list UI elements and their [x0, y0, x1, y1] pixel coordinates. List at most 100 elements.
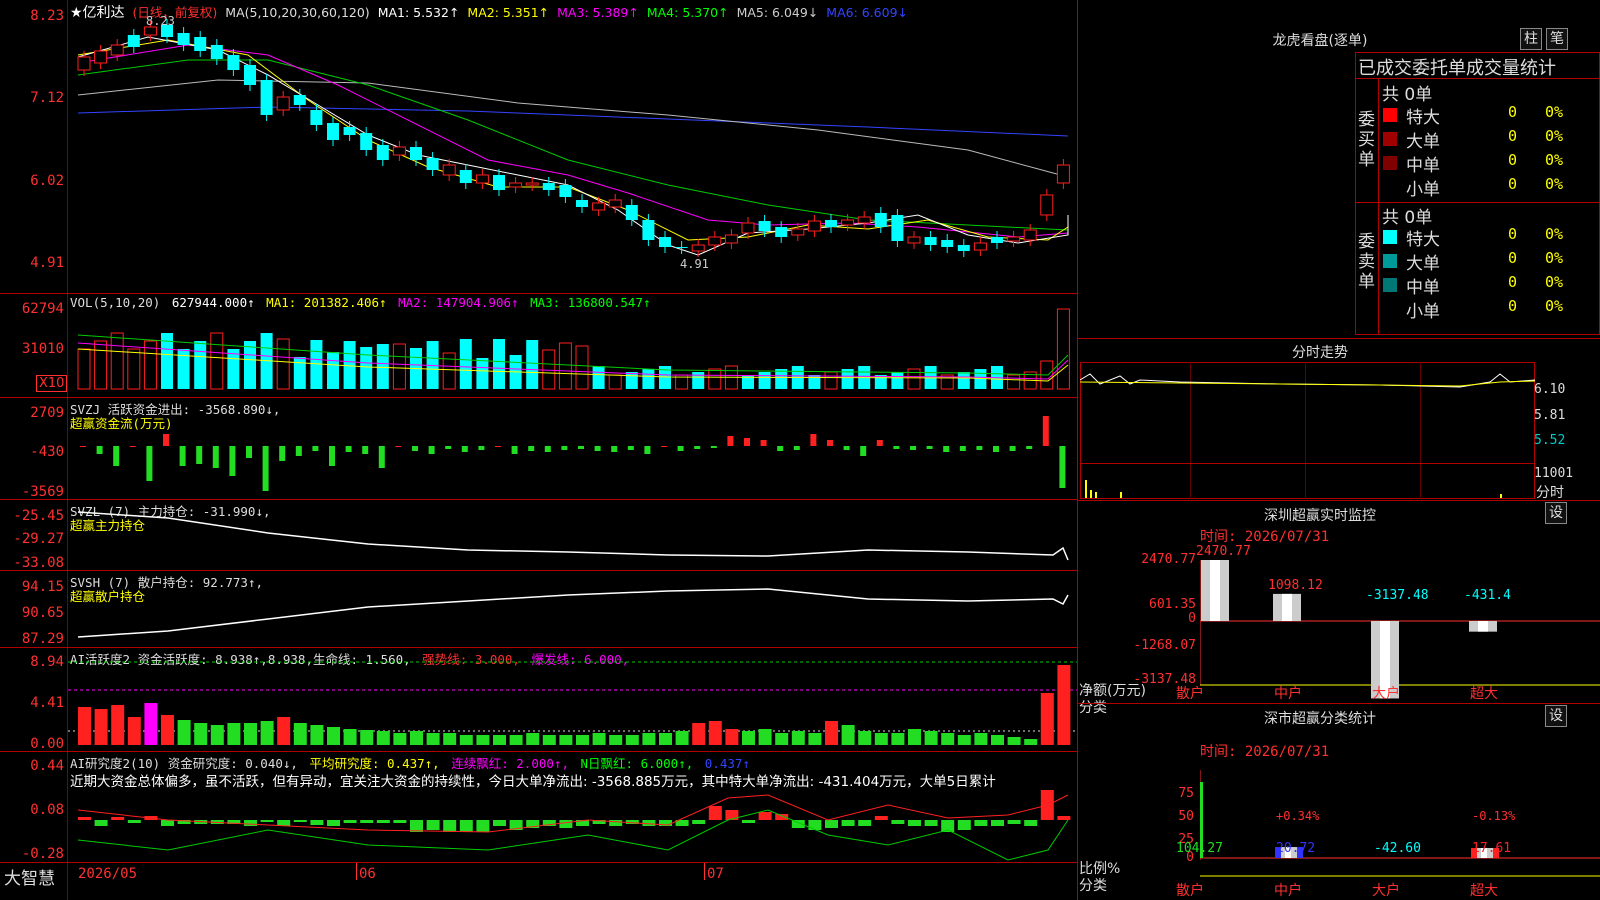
activity-bar: [94, 709, 108, 745]
volume-bar: [210, 332, 224, 390]
svzj-bar: [976, 446, 983, 450]
svzj-bar: [644, 446, 651, 454]
candle-body: [991, 237, 1003, 243]
volume-bar: [542, 349, 556, 390]
volume-bar: [824, 371, 838, 390]
bar-mode-button[interactable]: 柱: [1520, 28, 1542, 50]
volume-bar: [244, 341, 256, 389]
order-count: 0: [1508, 225, 1518, 243]
candle-body: [542, 183, 555, 190]
svzj-bar: [943, 446, 950, 452]
legend-swatch: [1383, 132, 1397, 146]
monitor-axis-4: -1268.07: [1133, 638, 1196, 653]
monitor-time: 时间: 2026/07/31: [1200, 529, 1330, 545]
svzj-bar: [594, 446, 601, 451]
intraday-axis-4: 11001: [1534, 466, 1574, 481]
research-bar: [127, 820, 141, 823]
class-axis-1: 75: [1178, 786, 1194, 801]
monitor-settings-button[interactable]: 设: [1545, 502, 1567, 524]
candle-body: [691, 244, 705, 252]
research-bar: [642, 820, 656, 826]
order-percent: 0%: [1545, 273, 1564, 291]
activity-bar: [293, 723, 307, 745]
svzj-bar: [876, 440, 883, 446]
svzj-bar: [1042, 416, 1049, 446]
activity-bar: [991, 735, 1004, 745]
class-chart[interactable]: [1200, 770, 1600, 880]
svzj-bar: [129, 446, 136, 447]
svzj-bar: [295, 446, 302, 456]
ai1-chart[interactable]: [68, 648, 1077, 751]
svzj-bar: [229, 446, 236, 476]
svzj-bar: [627, 446, 634, 450]
monitor-top-sep: [1077, 500, 1600, 501]
svzj-bar: [910, 446, 916, 450]
tick-mode-button[interactable]: 笔: [1546, 28, 1568, 50]
activity-bar: [542, 735, 556, 745]
intraday-unit: 分时: [1536, 485, 1564, 501]
candle-body: [392, 146, 406, 156]
activity-bar: [343, 729, 357, 745]
volume-bar: [459, 339, 472, 389]
order-type-label: 大单: [1406, 132, 1440, 152]
class-settings-button[interactable]: 设: [1545, 705, 1567, 727]
activity-bar: [941, 733, 955, 745]
activity-bar: [227, 723, 241, 745]
svzj-bar: [1009, 446, 1016, 451]
svzj-bar: [810, 434, 817, 446]
monitor-axis-1: 2470.77: [1141, 552, 1196, 567]
activity-bar: [443, 733, 457, 745]
candle-body: [841, 219, 855, 226]
candle-body: [741, 222, 755, 234]
candle-body: [973, 242, 987, 251]
order-type-label: 中单: [1406, 156, 1440, 176]
research-bar: [310, 820, 324, 825]
svzj-bar: [179, 446, 186, 466]
volume-bar: [360, 347, 373, 389]
activity-bar: [426, 733, 440, 745]
candle-body: [376, 145, 389, 160]
legend-swatch: [1383, 230, 1397, 244]
activity-bar: [393, 733, 407, 745]
candle-body: [310, 110, 323, 125]
order-type-label: 小单: [1406, 180, 1440, 200]
intraday-chart[interactable]: [1080, 362, 1535, 499]
ratio-value: 20.72: [1276, 841, 1316, 856]
volume-bar: [692, 372, 705, 389]
vol-axis-1: 62794: [21, 301, 64, 317]
svzj-bar: [1059, 446, 1066, 488]
activity-bar: [310, 725, 324, 745]
monitor-chart[interactable]: [1200, 560, 1600, 700]
research-bar: [161, 820, 174, 826]
svzj-axis-1: 2709: [30, 405, 64, 421]
ai1-axis-1: 8.94: [30, 654, 64, 670]
date-label-2: 06: [359, 866, 376, 882]
activity-bar: [360, 730, 374, 745]
svzj-chart[interactable]: [68, 400, 1077, 499]
ai2-red-line: [77, 794, 1069, 833]
ai2-chart[interactable]: [68, 790, 1077, 862]
candle-body: [1023, 229, 1037, 241]
research-bar: [78, 817, 91, 820]
candle-body: [724, 234, 738, 244]
volume-bar: [526, 340, 539, 389]
candle-body: [143, 26, 157, 36]
svsh-chart[interactable]: [68, 571, 1077, 647]
category-label: 中户: [1274, 686, 1302, 702]
svzj-bar: [96, 446, 103, 454]
activity-bar: [260, 721, 274, 745]
candle-body: [891, 215, 904, 241]
candle-body: [493, 175, 505, 190]
svsh-axis-2: 90.65: [21, 605, 64, 621]
svzj-bar: [578, 446, 584, 449]
intraday-axis-1: 6.10: [1534, 382, 1566, 397]
volume-bar: [758, 372, 771, 389]
research-bar: [476, 820, 490, 832]
research-bar: [111, 817, 125, 820]
svzl-chart[interactable]: [68, 500, 1077, 570]
svzj-axis-3: -3569: [21, 484, 64, 500]
activity-bar: [609, 735, 623, 745]
svzj-bar: [329, 446, 335, 466]
volume-chart[interactable]: [68, 305, 1077, 397]
candlestick-chart[interactable]: 8.23 4.91: [68, 15, 1077, 293]
